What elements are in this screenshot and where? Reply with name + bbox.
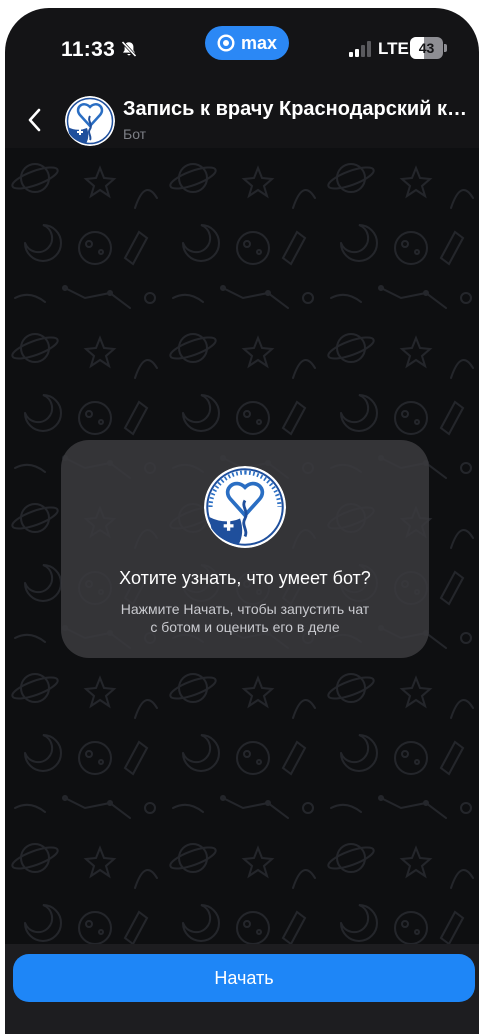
card-title: Хотите узнать, что умеет бот?: [119, 568, 371, 588]
max-app-pill[interactable]: max: [205, 26, 289, 60]
battery-percent: 43: [418, 40, 435, 56]
chat-title[interactable]: Запись к врачу Краснодарский край: [123, 98, 469, 121]
ministry-health-logo-icon: [65, 96, 115, 146]
start-button[interactable]: Начать: [13, 954, 475, 1002]
chat-subtitle: Бот: [123, 126, 147, 142]
max-logo-icon: [217, 34, 235, 52]
screen: 11:33 max LTE 43 Запись к врачу Краснода…: [0, 0, 479, 1034]
phone-screen: 11:33 max LTE 43 Запись к врачу Краснода…: [5, 8, 479, 1034]
cellular-signal-icon: [349, 41, 371, 57]
card-description-line-1: Нажмите Начать, чтобы запустить чат: [120, 601, 370, 617]
chat-header: Запись к врачу Краснодарский край Бот: [5, 92, 479, 148]
card-description-line-2: с ботом и оценить его в деле: [150, 619, 340, 635]
card-description: Нажмите Начать, чтобы запустить чат с бо…: [95, 600, 395, 636]
status-time: 11:33: [61, 38, 116, 61]
chat-area: Хотите узнать, что умеет бот? Нажмите На…: [5, 148, 479, 944]
network-type: LTE: [378, 39, 409, 58]
battery-cap: [444, 44, 447, 52]
battery-body: 43: [410, 37, 443, 59]
bot-intro-card: Хотите узнать, что умеет бот? Нажмите На…: [61, 440, 429, 658]
back-button[interactable]: [17, 98, 51, 142]
max-pill-label: max: [240, 32, 278, 53]
ministry-health-logo-icon: [204, 466, 286, 548]
status-bar: 11:33 max LTE 43: [5, 8, 479, 92]
battery-indicator: 43: [410, 37, 447, 59]
bot-avatar[interactable]: [65, 96, 115, 146]
bottom-bar: Начать: [5, 944, 479, 1034]
card-bot-logo: [204, 466, 286, 548]
chevron-left-icon: [28, 108, 41, 132]
bell-slash-icon: [121, 40, 137, 58]
